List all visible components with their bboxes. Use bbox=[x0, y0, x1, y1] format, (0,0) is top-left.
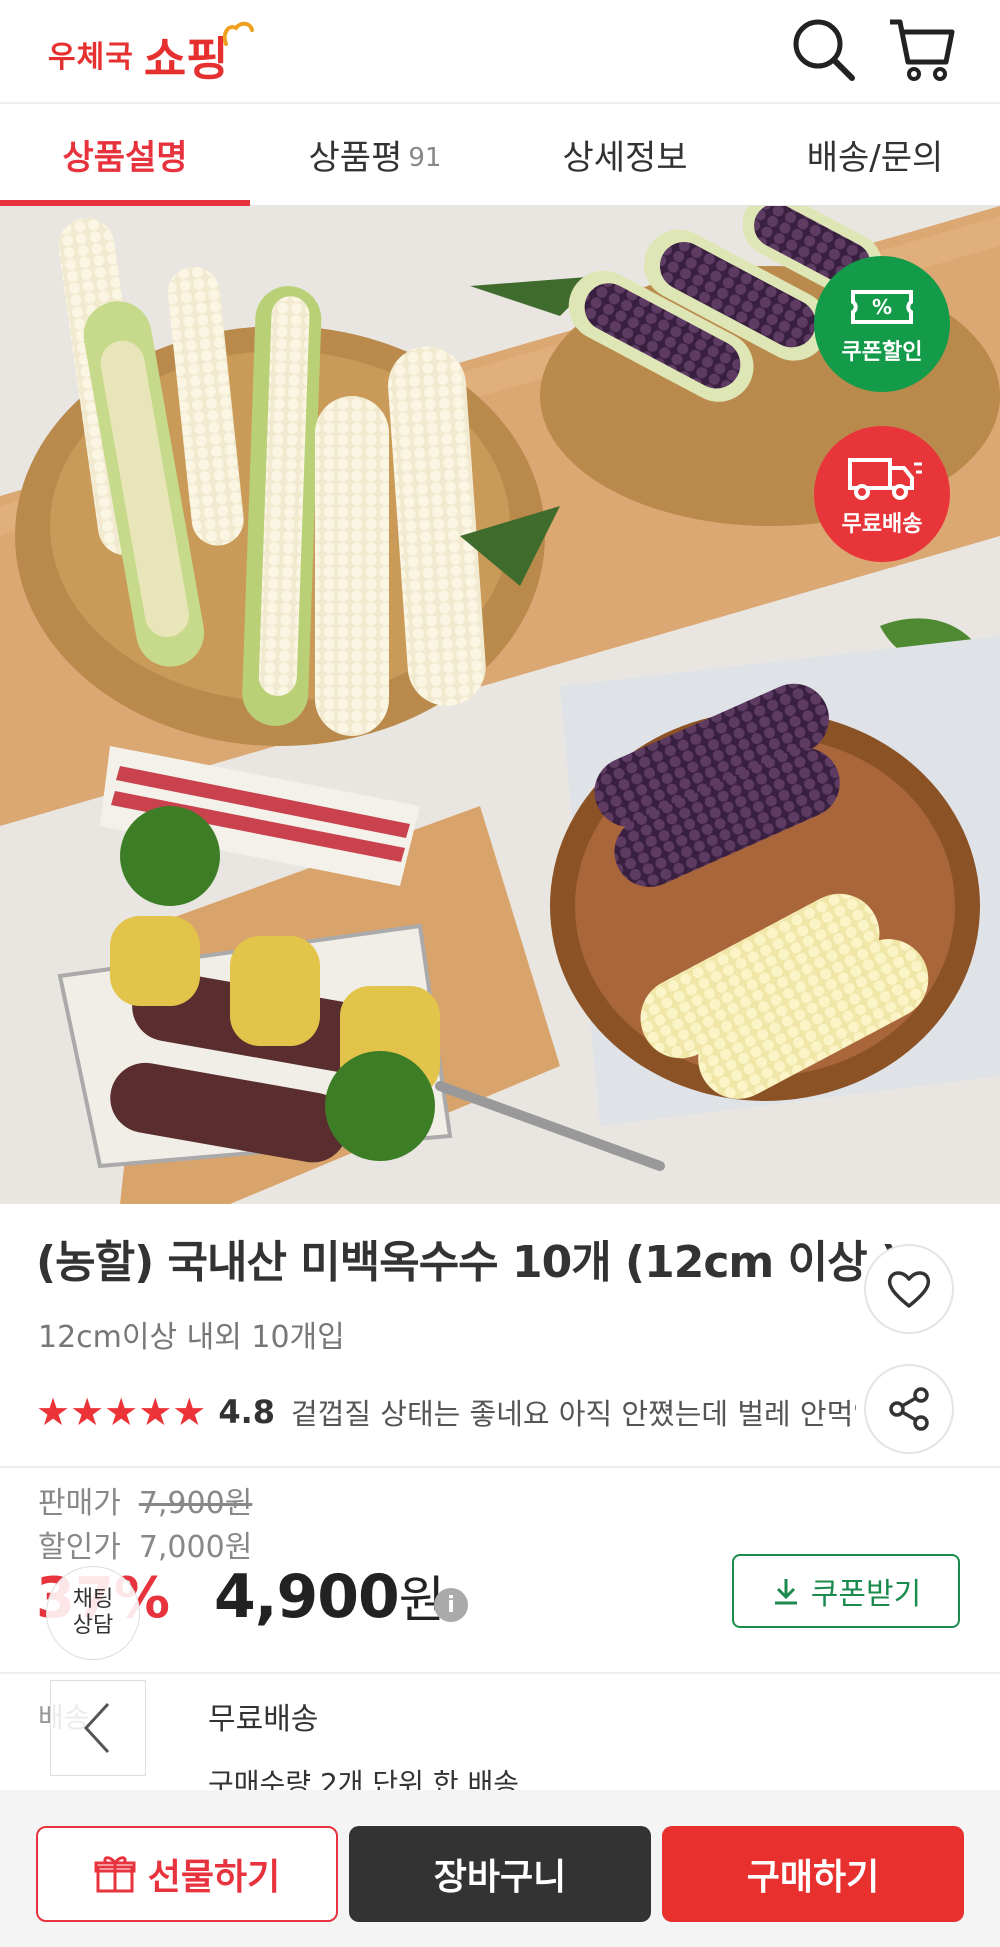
heart-logo-icon bbox=[223, 21, 255, 46]
share-button[interactable] bbox=[864, 1364, 954, 1454]
product-subtitle: 12cm이상 내외 10개입 bbox=[38, 1320, 345, 1355]
app-header: 우체국 쇼핑 bbox=[0, 0, 1000, 104]
svg-text:%: % bbox=[872, 295, 892, 319]
shipping-badge-label: 무료배송 bbox=[841, 512, 923, 537]
wishlist-button[interactable] bbox=[864, 1244, 954, 1334]
buy-now-button[interactable]: 구매하기 bbox=[662, 1826, 964, 1922]
sale-price-row: 판매가 7,900원 bbox=[38, 1478, 252, 1522]
coupon-ticket-icon: % bbox=[851, 290, 913, 324]
tab-label: 배송/문의 bbox=[806, 138, 944, 178]
tab-label: 상세정보 bbox=[562, 138, 688, 178]
logo[interactable]: 우체국 쇼핑 bbox=[48, 21, 255, 82]
heart-icon bbox=[887, 1271, 931, 1308]
review-snippet: 겉껍질 상태는 좋네요 아직 안쪘는데 벌레 안먹었 bbox=[291, 1397, 856, 1431]
sale-price-label: 판매가 bbox=[38, 1486, 121, 1521]
tab-details[interactable]: 상세정보 bbox=[500, 104, 750, 205]
tab-reviews[interactable]: 상품평 91 bbox=[250, 104, 500, 205]
review-count: 91 bbox=[408, 142, 442, 173]
logo-big-text: 쇼핑 bbox=[144, 21, 255, 82]
product-image[interactable]: % 쿠폰할인 무료배송 bbox=[0, 206, 1000, 1204]
chevron-left-icon bbox=[83, 1702, 110, 1754]
chat-label-line1: 채팅 bbox=[72, 1586, 114, 1612]
tab-label: 상품평 bbox=[308, 138, 403, 178]
delivery-truck-icon bbox=[848, 458, 922, 500]
price-info-icon[interactable]: i bbox=[434, 1588, 468, 1622]
product-title: (농할) 국내산 미백옥수수 10개 (12cm 이상 ) bbox=[36, 1237, 901, 1288]
gift-button-label: 선물하기 bbox=[147, 1857, 281, 1898]
shipping-value: 무료배송 bbox=[208, 1702, 319, 1737]
divider bbox=[0, 1672, 1000, 1674]
chat-label-line2: 상담 bbox=[72, 1613, 114, 1638]
rating-summary[interactable]: ★★★★★ 4.8 겉껍질 상태는 좋네요 아직 안쪘는데 벌레 안먹었 bbox=[36, 1386, 856, 1438]
coupon-badge-label: 쿠폰할인 bbox=[841, 340, 923, 365]
tab-shipping-inquiry[interactable]: 배송/문의 bbox=[750, 104, 1000, 205]
final-price: 4,900원 bbox=[214, 1560, 445, 1632]
chat-consult-button[interactable]: 채팅 상담 bbox=[46, 1566, 140, 1660]
download-icon bbox=[774, 1579, 797, 1605]
gift-button[interactable]: 선물하기 bbox=[36, 1826, 338, 1922]
add-to-cart-button[interactable]: 장바구니 bbox=[349, 1826, 651, 1922]
coupon-discount-badge[interactable]: % 쿠폰할인 bbox=[814, 256, 950, 392]
coupon-button-label: 쿠폰받기 bbox=[810, 1577, 922, 1612]
cart-icon[interactable] bbox=[886, 14, 958, 86]
download-coupon-button[interactable]: 쿠폰받기 bbox=[732, 1554, 960, 1628]
rating-value: 4.8 bbox=[218, 1393, 276, 1431]
tab-label: 상품설명 bbox=[62, 138, 188, 178]
gift-icon bbox=[94, 1856, 136, 1893]
logo-big-label: 쇼핑 bbox=[143, 32, 229, 86]
back-button[interactable] bbox=[50, 1680, 146, 1776]
logo-small-text: 우체국 bbox=[48, 40, 134, 75]
share-icon bbox=[889, 1387, 929, 1431]
product-tabs: 상품설명 상품평 91 상세정보 배송/문의 bbox=[0, 104, 1000, 206]
tab-description[interactable]: 상품설명 bbox=[0, 104, 250, 206]
free-shipping-badge[interactable]: 무료배송 bbox=[814, 426, 950, 562]
rating-stars: ★★★★★ bbox=[36, 1390, 207, 1434]
discount-price-label: 할인가 bbox=[38, 1530, 121, 1565]
search-icon[interactable] bbox=[788, 14, 860, 86]
divider bbox=[0, 1466, 1000, 1468]
final-price-amount: 4,900 bbox=[214, 1562, 400, 1632]
bottom-action-bar: 선물하기 장바구니 구매하기 bbox=[0, 1790, 1000, 1947]
sale-price-value: 7,900원 bbox=[138, 1486, 253, 1521]
